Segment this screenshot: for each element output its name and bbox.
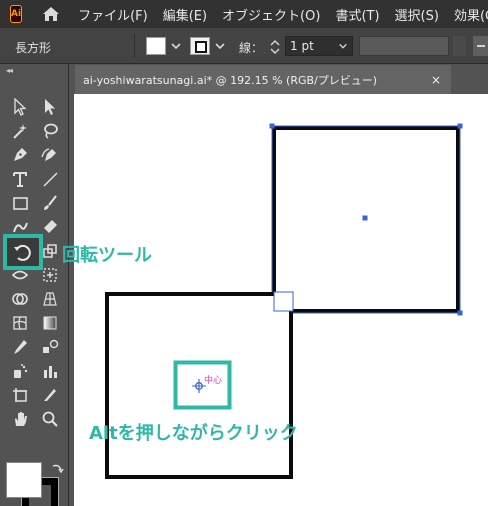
paintbrush-tool-icon[interactable]: [38, 192, 62, 214]
stroke-spinner-icon[interactable]: [270, 39, 280, 55]
slice-tool-icon[interactable]: [38, 384, 62, 406]
collapse-panel-icon[interactable]: ◂◂: [6, 66, 13, 75]
menu-effect[interactable]: 効果(C): [454, 5, 488, 24]
chevron-down-icon[interactable]: [338, 41, 348, 51]
fill-dropdown-chevron-icon[interactable]: [170, 40, 182, 52]
rotate-tool-icon[interactable]: [12, 241, 34, 263]
control-bar: 長方形 線： 1 pt: [0, 28, 488, 64]
variable-width-profile[interactable]: [359, 36, 449, 56]
selection-type-label: 長方形: [15, 41, 52, 55]
menu-type[interactable]: 書式(T): [335, 5, 379, 24]
selection-anchor[interactable]: [457, 123, 463, 129]
lasso-tool-icon[interactable]: [38, 120, 62, 142]
menu-file[interactable]: ファイル(F): [78, 5, 148, 24]
menu-object[interactable]: オブジェクト(O): [222, 5, 320, 24]
direct-selection-tool-icon[interactable]: [38, 96, 62, 118]
stroke-weight-field[interactable]: 1 pt: [285, 36, 353, 56]
document-tab-title: ai-yoshiwaratsunagi.ai* @ 192.15 % (RGB/…: [83, 73, 378, 87]
eyedropper-tool-icon[interactable]: [8, 336, 32, 358]
app-logo: Ai: [10, 5, 23, 23]
rectangle-tool-icon[interactable]: [8, 192, 32, 214]
shape-builder-tool-icon[interactable]: [8, 288, 32, 310]
divider: [134, 34, 135, 58]
overlap-marker: [273, 291, 294, 312]
hand-tool-icon[interactable]: [8, 408, 32, 430]
tools-panel: ◂◂: [0, 64, 69, 506]
minus-icon[interactable]: [473, 36, 488, 56]
menu-select[interactable]: 選択(S): [395, 5, 439, 24]
alt-click-callout: Altを押しながらクリック: [89, 423, 298, 444]
stroke-weight-value: 1 pt: [290, 39, 314, 53]
fill-color-swatch[interactable]: [146, 37, 166, 55]
magic-wand-tool-icon[interactable]: [8, 120, 32, 142]
center-point: [362, 215, 368, 221]
perspective-grid-tool-icon[interactable]: [38, 288, 62, 310]
line-segment-tool-icon[interactable]: [38, 168, 62, 190]
menu-items: ファイル(F) 編集(E) オブジェクト(O) 書式(T) 選択(S) 効果(C…: [78, 5, 488, 24]
menu-edit[interactable]: 編集(E): [163, 5, 207, 24]
home-icon[interactable]: [42, 4, 60, 24]
blend-tool-icon[interactable]: [38, 336, 62, 358]
center-label: 中心: [204, 374, 222, 386]
artboard-tool-icon[interactable]: [8, 384, 32, 406]
selection-anchor[interactable]: [269, 123, 275, 129]
document-tab[interactable]: ai-yoshiwaratsunagi.ai* @ 192.15 % (RGB/…: [75, 65, 451, 94]
swap-fill-stroke-icon[interactable]: [50, 462, 64, 476]
rotate-tool-callout: 回転ツール: [62, 245, 152, 266]
curvature-tool-icon[interactable]: [38, 144, 62, 166]
gradient-tool-icon[interactable]: [38, 312, 62, 334]
column-graph-tool-icon[interactable]: [38, 360, 62, 382]
stroke-color-swatch[interactable]: [190, 37, 210, 55]
selection-anchor[interactable]: [457, 310, 463, 316]
fill-swatch-large[interactable]: [6, 462, 42, 498]
profile-dropdown[interactable]: [453, 36, 466, 56]
zoom-tool-icon[interactable]: [38, 408, 62, 430]
close-icon[interactable]: ×: [431, 73, 441, 87]
document-tab-strip: ai-yoshiwaratsunagi.ai* @ 192.15 % (RGB/…: [69, 64, 488, 94]
mesh-tool-icon[interactable]: [8, 312, 32, 334]
menu-bar: Ai ファイル(F) 編集(E) オブジェクト(O) 書式(T) 選択(S) 効…: [0, 0, 488, 28]
stroke-weight-label: 線：: [239, 41, 264, 55]
rotate-tool-highlight[interactable]: [3, 234, 43, 270]
selection-tool-icon[interactable]: [8, 96, 32, 118]
stroke-dropdown-chevron-icon[interactable]: [214, 40, 226, 52]
symbol-sprayer-tool-icon[interactable]: [8, 360, 32, 382]
type-tool-icon[interactable]: [8, 168, 32, 190]
pen-tool-icon[interactable]: [8, 144, 32, 166]
